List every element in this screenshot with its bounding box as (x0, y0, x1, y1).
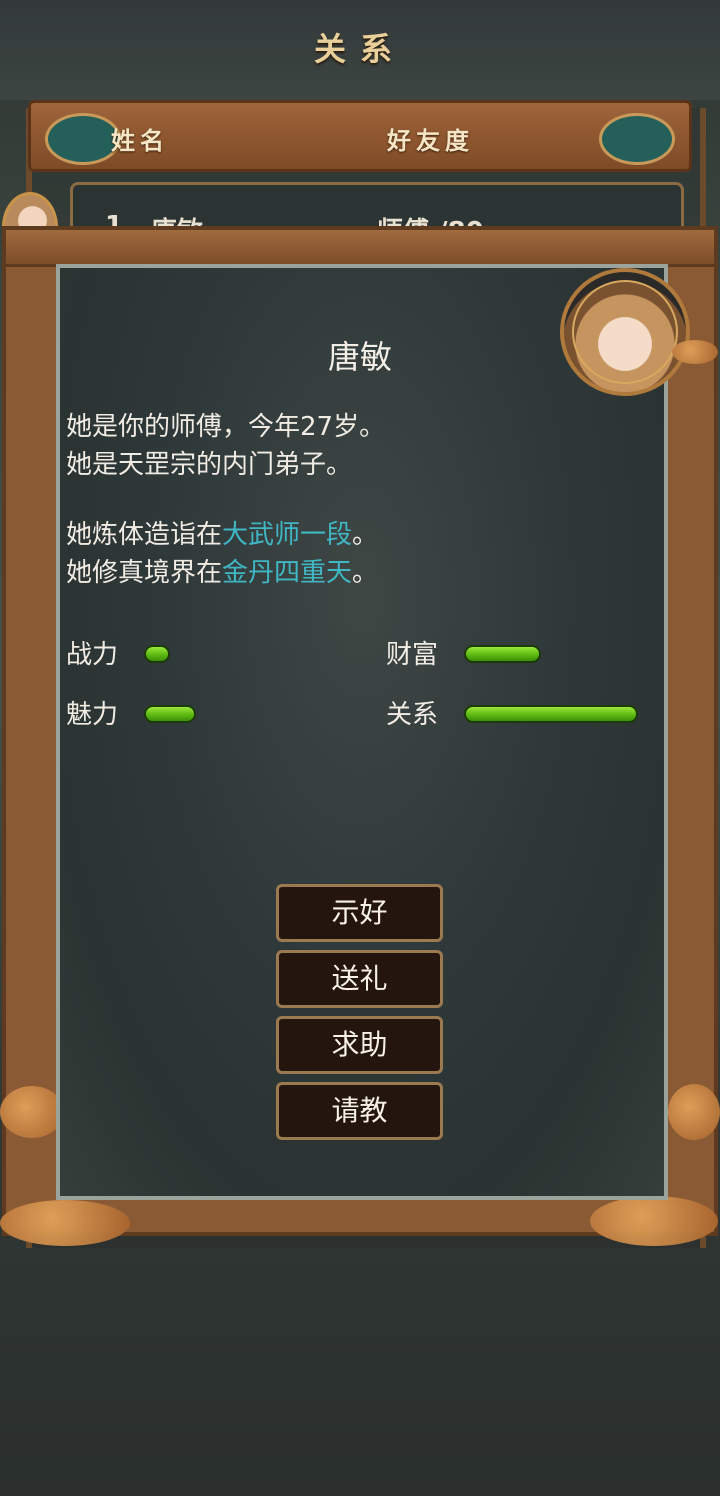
stat-bar-power (144, 645, 170, 663)
stat-label-wealth: 财富 (386, 640, 439, 670)
ask-help-button[interactable]: 求助 (276, 1016, 443, 1074)
cloud-ornament-bottom-left (0, 1200, 130, 1246)
stat-bar-charm (144, 705, 196, 723)
body-cultivation-line: 她炼体造诣在大武师一段。 (66, 514, 378, 551)
page-title: 关系 (313, 30, 406, 68)
list-header: 姓名 好友度 (28, 100, 692, 172)
seek-advice-button[interactable]: 请教 (276, 1082, 443, 1140)
stat-label-power: 战力 (66, 640, 119, 670)
column-header-favor: 好友度 (387, 126, 474, 155)
header-ornament-right (599, 113, 675, 165)
stat-label-relation: 关系 (386, 700, 439, 730)
body-level: 大武师一段 (222, 520, 353, 550)
stat-label-charm: 魅力 (66, 700, 119, 730)
show-kindness-button[interactable]: 示好 (276, 884, 443, 942)
body-prefix: 她炼体造诣在 (66, 520, 223, 550)
popup-frame-top (6, 230, 714, 267)
cultivation-level: 金丹四重天 (222, 558, 353, 588)
give-gift-button[interactable]: 送礼 (276, 950, 443, 1008)
stat-bar-relation (464, 705, 638, 723)
column-header-name: 姓名 (111, 126, 169, 155)
description-line: 她是天罡宗的内门弟子。 (66, 450, 353, 480)
cloud-ornament-left (0, 1086, 64, 1138)
header-ornament-left (45, 113, 121, 165)
spirit-cultivation-line: 她修真境界在金丹四重天。 (66, 552, 378, 589)
stat-bar-wealth (464, 645, 541, 663)
body-suffix: 。 (352, 520, 379, 550)
cultivation-prefix: 她修真境界在 (66, 558, 223, 588)
character-name: 唐敏 (327, 338, 392, 376)
description-line: 她是你的师傅，今年27岁。 (66, 412, 386, 442)
cloud-ornament-bottom-right (590, 1196, 718, 1246)
cloud-ornament-right (668, 1084, 720, 1140)
cultivation-suffix: 。 (352, 558, 379, 588)
